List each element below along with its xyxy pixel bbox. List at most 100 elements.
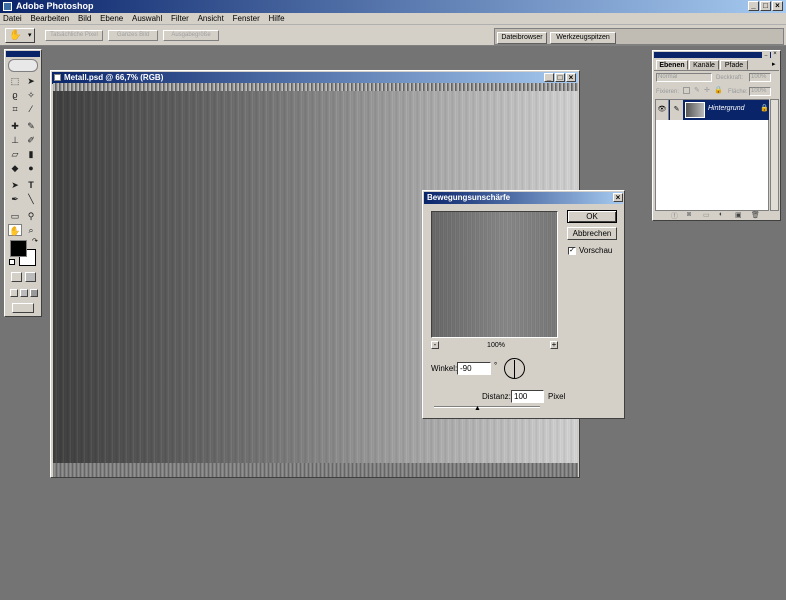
- motion-blur-dialog: Bewegungsunschärfe × - 100% + OK Abbrech…: [422, 190, 625, 419]
- pen-tool-icon[interactable]: ✒: [8, 193, 22, 205]
- lock-position-icon[interactable]: ✛: [704, 86, 710, 94]
- hand-tool-icon[interactable]: ✋: [8, 224, 22, 236]
- hand-tool-icon: ✋: [9, 30, 22, 41]
- screen-mode-full-menu-icon[interactable]: [20, 289, 28, 297]
- swap-colors-icon[interactable]: ↷: [32, 237, 38, 245]
- angle-label: Winkel:: [431, 364, 458, 373]
- brush-tool-icon[interactable]: ✎: [24, 120, 38, 132]
- notes-tool-icon[interactable]: ▭: [8, 210, 22, 222]
- tab-dateibrowser[interactable]: Dateibrowser: [497, 32, 547, 44]
- adjustment-layer-icon[interactable]: ◐: [719, 211, 723, 218]
- jump-to-imageready-icon[interactable]: [12, 303, 34, 313]
- blur-tool-icon[interactable]: ◆: [8, 162, 22, 174]
- dialog-title: Bewegungsunschärfe: [427, 193, 511, 202]
- maximize-document-button[interactable]: □: [555, 73, 565, 82]
- minimize-app-button[interactable]: _: [748, 1, 759, 11]
- new-set-icon[interactable]: ▭: [703, 211, 710, 219]
- menu-fenster[interactable]: Fenster: [230, 13, 263, 25]
- layer-style-icon[interactable]: ⓕ: [671, 211, 678, 221]
- menu-bild[interactable]: Bild: [75, 13, 94, 25]
- fit-screen-button[interactable]: Ganzes Bild: [108, 30, 158, 41]
- standard-mode-icon[interactable]: [11, 272, 22, 282]
- lock-image-icon[interactable]: ✎: [694, 86, 700, 94]
- close-panel-button[interactable]: ×: [771, 51, 779, 58]
- new-layer-icon[interactable]: ▣: [735, 211, 742, 219]
- lasso-tool-icon[interactable]: ϱ: [8, 89, 22, 101]
- quick-mask-mode-icon[interactable]: [25, 272, 36, 282]
- menu-hilfe[interactable]: Hilfe: [266, 13, 288, 25]
- tab-ebenen[interactable]: Ebenen: [656, 60, 688, 70]
- zoom-tool-icon[interactable]: ⌕: [24, 224, 38, 236]
- close-app-button[interactable]: ×: [772, 1, 783, 11]
- layers-panel: _ × Ebenen Kanäle Pfade ▸ Normal Deckkra…: [652, 50, 781, 221]
- print-size-button[interactable]: Ausgabegröße: [163, 30, 219, 41]
- menu-bearbeiten[interactable]: Bearbeiten: [27, 13, 72, 25]
- tab-pfade[interactable]: Pfade: [720, 60, 748, 70]
- line-tool-icon[interactable]: ╲: [24, 193, 38, 205]
- screen-mode-standard-icon[interactable]: [10, 289, 18, 297]
- ok-button[interactable]: OK: [567, 210, 617, 223]
- eraser-tool-icon[interactable]: ▱: [8, 148, 22, 160]
- screen-mode-full-icon[interactable]: [30, 289, 38, 297]
- fill-input[interactable]: 100%: [749, 87, 771, 96]
- eyedropper-tool-icon[interactable]: ⚲: [24, 210, 38, 222]
- marquee-tool-icon[interactable]: ⬚: [8, 75, 22, 87]
- angle-dial[interactable]: [504, 358, 525, 379]
- close-dialog-button[interactable]: ×: [613, 193, 623, 202]
- layer-brush-icon[interactable]: ✎: [670, 100, 683, 120]
- layer-mask-icon[interactable]: ◙: [687, 211, 691, 218]
- layer-visibility-eye-icon[interactable]: 👁: [656, 100, 669, 120]
- distance-slider-thumb[interactable]: ▲: [474, 405, 481, 412]
- minimize-document-button[interactable]: _: [544, 73, 554, 82]
- cancel-button[interactable]: Abbrechen: [567, 227, 617, 240]
- preview-checkbox[interactable]: ✓: [568, 247, 576, 255]
- distance-slider-track[interactable]: [434, 406, 540, 408]
- crop-tool-icon[interactable]: ⌗: [8, 103, 22, 115]
- slice-tool-icon[interactable]: ⁄: [24, 103, 38, 115]
- filter-preview[interactable]: [431, 211, 558, 338]
- distance-input[interactable]: 100: [511, 390, 544, 403]
- close-document-button[interactable]: ×: [566, 73, 576, 82]
- blend-mode-select[interactable]: Normal: [656, 73, 712, 82]
- menu-ebene[interactable]: Ebene: [97, 13, 126, 25]
- default-colors-icon[interactable]: [9, 259, 15, 265]
- path-selection-tool-icon[interactable]: ➤: [8, 179, 22, 191]
- chevron-down-icon: ▾: [28, 32, 32, 39]
- panel-menu-arrow-icon[interactable]: ▸: [772, 60, 776, 68]
- menu-filter[interactable]: Filter: [168, 13, 192, 25]
- zoom-out-button[interactable]: -: [431, 341, 439, 349]
- lock-transparency-icon[interactable]: [683, 87, 690, 94]
- menu-ansicht[interactable]: Ansicht: [195, 13, 227, 25]
- history-brush-tool-icon[interactable]: ✐: [24, 134, 38, 146]
- tab-werkzeugspitzen[interactable]: Werkzeugspitzen: [550, 32, 616, 44]
- foreground-color-swatch[interactable]: [10, 240, 27, 257]
- layers-scrollbar[interactable]: [770, 99, 779, 211]
- adobe-online-icon[interactable]: [8, 59, 38, 72]
- move-tool-icon[interactable]: ➤: [24, 75, 38, 87]
- layer-row-hintergrund[interactable]: 👁 ✎ Hintergrund 🔒: [656, 100, 769, 120]
- angle-input[interactable]: -90: [457, 362, 491, 375]
- distance-unit: Pixel: [548, 392, 566, 401]
- menu-auswahl[interactable]: Auswahl: [129, 13, 165, 25]
- type-tool-icon[interactable]: T: [24, 179, 38, 191]
- clone-stamp-tool-icon[interactable]: ⊥: [8, 134, 22, 146]
- actual-pixels-button[interactable]: Tatsächliche Pixel: [45, 30, 103, 41]
- opacity-label: Deckkraft:: [716, 75, 744, 81]
- magic-wand-tool-icon[interactable]: ✧: [24, 89, 38, 101]
- delete-layer-icon[interactable]: 🗑: [751, 211, 760, 219]
- lock-all-icon[interactable]: 🔒: [714, 86, 723, 94]
- zoom-in-button[interactable]: +: [550, 341, 558, 349]
- layers-panel-title-bar[interactable]: _ ×: [654, 51, 779, 58]
- minimize-panel-button[interactable]: _: [762, 52, 770, 58]
- tool-preset-picker[interactable]: ✋ ▾: [5, 28, 35, 43]
- dialog-title-bar[interactable]: Bewegungsunschärfe ×: [424, 192, 623, 204]
- opacity-input[interactable]: 100%: [749, 73, 771, 82]
- fill-label: Fläche:: [728, 89, 748, 95]
- dodge-tool-icon[interactable]: ●: [24, 162, 38, 174]
- tab-kanaele[interactable]: Kanäle: [689, 60, 719, 70]
- menu-datei[interactable]: Datei: [0, 13, 25, 25]
- gradient-tool-icon[interactable]: ▮: [24, 148, 38, 160]
- layer-name: Hintergrund: [708, 105, 745, 112]
- maximize-app-button[interactable]: □: [760, 1, 771, 11]
- healing-brush-tool-icon[interactable]: ✚: [8, 120, 22, 132]
